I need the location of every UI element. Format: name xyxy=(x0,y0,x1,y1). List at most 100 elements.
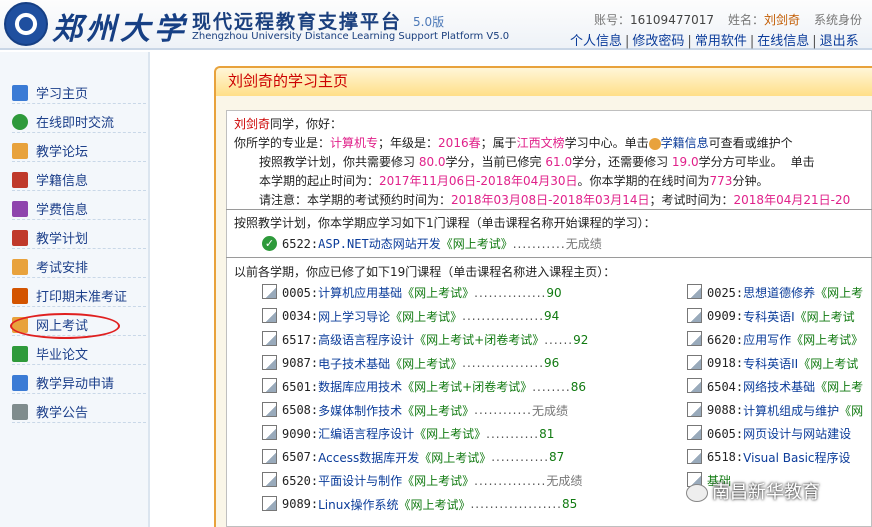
course-row: 9087: 电子技术基础 《网上考试》................. 96 xyxy=(262,354,560,372)
leader-dots: ............... xyxy=(474,285,547,300)
course-code: 9090: xyxy=(282,426,319,441)
leader-dots: ........... xyxy=(486,426,540,441)
sidebar-item-label: 学籍信息 xyxy=(36,174,89,189)
course-link[interactable]: Access数据库开发 xyxy=(318,449,419,466)
course-link[interactable]: 应用写作 xyxy=(743,331,791,348)
sidebar-item-home[interactable]: 学习主页 xyxy=(12,82,146,104)
sidebar-item-label: 打印期末准考证 xyxy=(36,290,128,305)
smiley-icon xyxy=(648,137,661,150)
course-link[interactable]: 网页设计与网站建设 xyxy=(743,425,851,442)
sidebar-item-label: 学习主页 xyxy=(36,87,89,102)
course-link[interactable]: 专科英语II xyxy=(743,355,798,372)
course-link[interactable]: 计算机组成与维护 xyxy=(743,402,839,419)
announcement-icon xyxy=(12,403,28,420)
course-link[interactable]: 高级语言程序设计 xyxy=(318,331,414,348)
link-change-password[interactable]: 修改密码 xyxy=(632,34,684,49)
exam-mode: 《网上考试》 xyxy=(414,427,487,441)
course-code: 6620: xyxy=(707,332,744,347)
course-link[interactable]: 电子技术基础 xyxy=(318,355,390,372)
course-link[interactable]: 网上学习导论 xyxy=(318,308,390,325)
sidebar-item-print-admission[interactable]: 打印期末准考证 xyxy=(12,285,146,307)
course-row: 0034: 网上学习导论 《网上考试》................. 94 xyxy=(262,307,559,325)
link-profile[interactable]: 个人信息 xyxy=(570,34,622,49)
course-link[interactable]: 平面设计与制作 xyxy=(318,472,402,489)
term-dates: 2017年11月06日-2018年04月30日 xyxy=(379,174,578,188)
course-link[interactable]: Linux操作系统 xyxy=(318,496,398,513)
document-icon xyxy=(687,378,702,393)
text: 学习中心。单击 xyxy=(564,136,649,150)
course-link[interactable]: 专科英语I xyxy=(743,308,795,325)
course-code: 0005: xyxy=(282,285,319,300)
online-minutes: 773 xyxy=(709,174,733,188)
course-code: 0034: xyxy=(282,309,319,323)
document-icon xyxy=(262,284,277,299)
link-software[interactable]: 常用软件 xyxy=(695,34,747,49)
link-online-info[interactable]: 在线信息 xyxy=(757,34,809,49)
course-link[interactable]: 数据库应用技术 xyxy=(318,378,402,395)
course-link[interactable]: 网络技术基础 xyxy=(743,378,815,395)
course-score: 96 xyxy=(544,356,560,370)
leader-dots: ............... xyxy=(474,473,547,488)
course-code: 0909: xyxy=(707,309,744,323)
sidebar-item-exam-schedule[interactable]: 考试安排 xyxy=(12,256,146,278)
course-row: 6501: 数据库应用技术 《网上考试+闭卷考试》........ 86 xyxy=(262,378,586,395)
sidebar-item-change-request[interactable]: 教学异动申请 xyxy=(12,372,146,394)
course-link[interactable]: 思想道德修养 xyxy=(743,284,815,301)
edit-doc-icon xyxy=(12,374,28,391)
page-title-suffix: 的学习主页 xyxy=(273,72,349,90)
course-link[interactable]: 汇编语言程序设计 xyxy=(318,425,414,442)
document-icon xyxy=(687,307,702,323)
sidebar-item-label: 教学计划 xyxy=(36,232,89,247)
sidebar-item-thesis[interactable]: 毕业论文 xyxy=(12,343,146,365)
course-score: 81 xyxy=(539,426,555,441)
sidebar: 学习主页 在线即时交流 教学论坛 学籍信息 学费信息 教学计划 考试安排 打印期… xyxy=(0,52,150,527)
course-row: 6517: 高级语言程序设计 《网上考试+闭卷考试》...... 92 xyxy=(262,331,588,348)
account-value: 16109477017 xyxy=(630,13,714,27)
leader-dots: ........... xyxy=(512,236,566,251)
course-row: 6620: 应用写作 《网上考试》 xyxy=(687,331,863,348)
greeting-name: 刘剑奇 xyxy=(234,117,271,131)
divider xyxy=(226,257,872,258)
sidebar-item-chat[interactable]: 在线即时交流 xyxy=(12,111,146,133)
sidebar-item-enrollment[interactable]: 学籍信息 xyxy=(12,169,146,191)
course-score: 无成绩 xyxy=(565,237,602,251)
sidebar-item-announcements[interactable]: 教学公告 xyxy=(12,401,146,423)
credits-remaining: 19.0 xyxy=(671,155,699,169)
role-label: 系统身份 xyxy=(814,13,863,27)
document-icon xyxy=(687,354,702,370)
course-row: 6520: 平面设计与制作 《网上考试》............... 无成绩 xyxy=(262,472,582,489)
enrollment-info-link[interactable]: 学籍信息 xyxy=(661,136,709,150)
course-link[interactable]: 多媒体制作技术 xyxy=(318,402,402,419)
current-courses-heading: 按照教学计划，你本学期应学习如下1门课程（单击课程名称开始课程的学习）： xyxy=(234,216,656,230)
exam-mode: 《网上考试》 xyxy=(390,356,463,371)
page-header: 郑州大学 现代远程教育支撑平台 5.0版 Zhengzhou Universit… xyxy=(0,0,872,50)
center-value: 江西文榜 xyxy=(516,136,565,150)
course-row: 0025: 思想道德修养 《网上考 xyxy=(687,284,863,301)
sidebar-item-label: 毕业论文 xyxy=(36,348,89,363)
exam-mode: 《网上考试》 xyxy=(390,309,463,324)
sidebar-item-plan[interactable]: 教学计划 xyxy=(12,227,146,249)
sidebar-item-tuition[interactable]: 学费信息 xyxy=(12,198,146,220)
exam-mode: 《网上考试》 xyxy=(440,237,513,251)
document-icon xyxy=(687,448,702,464)
credits-done: 61.0 xyxy=(545,155,573,169)
link-logout[interactable]: 退出系 xyxy=(820,34,859,49)
course-row: 0605: 网页设计与网站建设 xyxy=(687,425,851,442)
course-row: 6504: 网络技术基础 《网上考 xyxy=(687,378,863,395)
course-code: 0605: xyxy=(707,426,744,441)
text: 学分，当前已修完 xyxy=(445,155,546,169)
info-line-major: 你所学的专业是：计算机专；年级是：2016春；属于江西文榜学习中心。单击 学籍信息… xyxy=(234,134,793,151)
exam-mode: 《网上考 xyxy=(815,286,864,300)
grade-value: 2016春 xyxy=(438,136,481,150)
course-link[interactable]: Visual Basic程序设 xyxy=(743,449,850,466)
course-link[interactable]: ASP.NET动态网站开发 xyxy=(318,235,441,252)
greeting-hello: 同学，你好： xyxy=(270,117,343,131)
platform-title: 现代远程教育支撑平台 xyxy=(192,11,403,33)
course-link[interactable]: 计算机应用基础 xyxy=(318,284,402,301)
sidebar-item-forum[interactable]: 教学论坛 xyxy=(12,140,146,162)
exam-mode: 《网上考试》 xyxy=(402,474,475,488)
course-code: 6507: xyxy=(282,450,319,464)
leader-dots: ...... xyxy=(544,332,574,347)
text: 本学期的起止时间为： xyxy=(259,174,380,188)
leader-dots: ................... xyxy=(470,497,562,511)
